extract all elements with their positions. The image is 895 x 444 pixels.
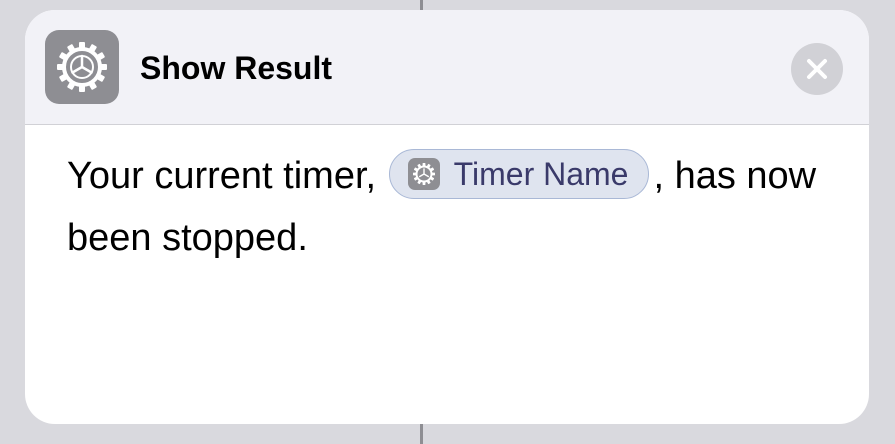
flow-connector-bottom <box>420 424 423 444</box>
gear-icon <box>45 30 119 104</box>
gear-icon <box>407 158 440 190</box>
result-text-field[interactable]: Your current timer, Timer Name , has now… <box>67 145 847 269</box>
result-text-before: Your current timer, <box>67 155 377 197</box>
action-title: Show Result <box>140 50 333 86</box>
close-icon <box>807 59 827 79</box>
variable-token-timer-name[interactable]: Timer Name <box>388 149 650 199</box>
close-button[interactable] <box>791 43 843 95</box>
action-header: Show Result <box>25 10 869 125</box>
variable-token-label: Timer Name <box>453 156 629 192</box>
show-result-action-card[interactable]: Show Result Your current timer, Timer Na… <box>25 10 869 424</box>
